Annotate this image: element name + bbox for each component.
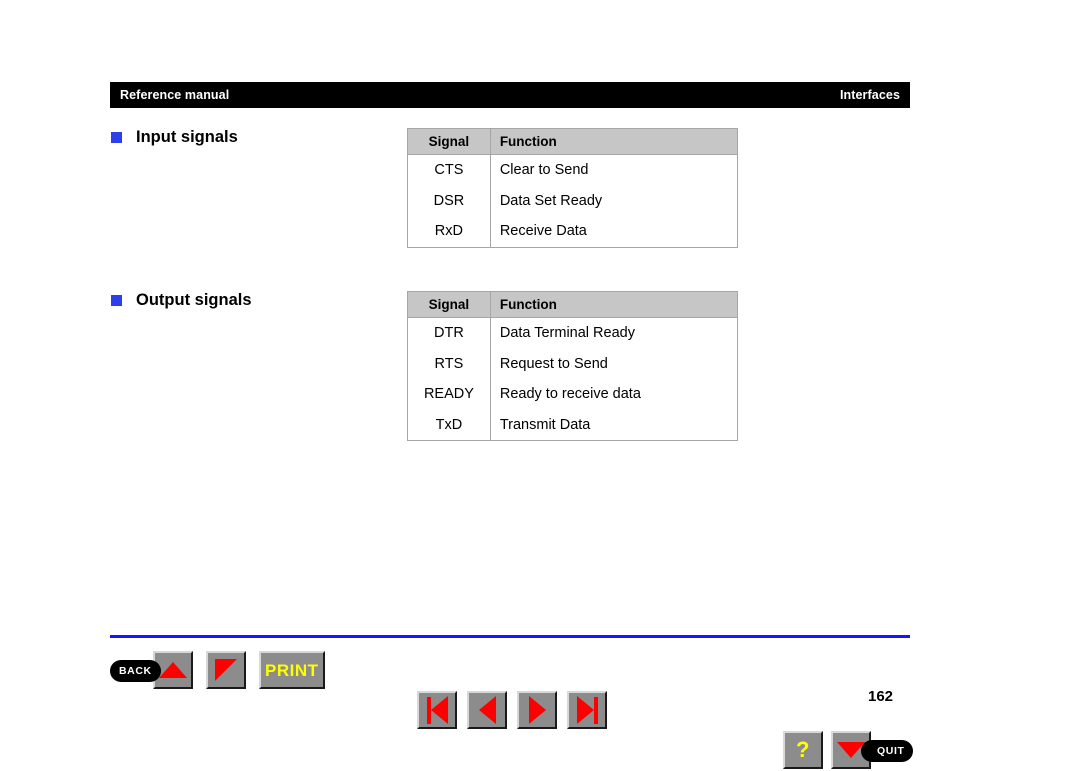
page-number: 162 (868, 688, 894, 705)
cell-signal: DSR (407, 185, 491, 216)
section-heading-output-signals: Output signals (111, 291, 252, 310)
first-page-icon (426, 696, 448, 724)
first-page-button[interactable] (417, 691, 457, 729)
last-page-icon (576, 696, 598, 724)
header-left-text: Reference manual (120, 87, 230, 102)
cell-signal: RTS (407, 348, 491, 379)
output-signals-table: Signal Function DTR Data Terminal Ready … (407, 291, 739, 441)
cell-signal: CTS (407, 154, 491, 186)
cell-signal: RxD (407, 216, 491, 248)
cell-function: Transmit Data (489, 409, 739, 441)
column-header-function: Function (489, 128, 739, 155)
cell-signal: READY (407, 379, 491, 410)
triangle-up-icon (158, 662, 187, 678)
table-row: CTS Clear to Send (407, 154, 739, 186)
cell-function: Data Terminal Ready (489, 317, 739, 349)
question-mark-icon: ? (796, 737, 810, 762)
section-title: Output signals (136, 291, 252, 309)
table-header-row: Signal Function (407, 128, 739, 155)
cell-signal: TxD (407, 409, 491, 441)
next-page-button[interactable] (517, 691, 557, 729)
scroll-down-button[interactable] (205, 651, 246, 689)
square-bullet-icon (111, 132, 122, 143)
table-row: DSR Data Set Ready (407, 185, 739, 216)
back-button-label: BACK (119, 665, 152, 677)
cell-function: Ready to receive data (489, 379, 739, 410)
table-row: RTS Request to Send (407, 348, 739, 379)
help-button[interactable]: ? (783, 731, 823, 769)
column-header-signal: Signal (407, 128, 491, 155)
cell-function: Request to Send (489, 348, 739, 379)
table-row: RxD Receive Data (407, 216, 739, 248)
cell-signal: DTR (407, 317, 491, 349)
table-row: TxD Transmit Data (407, 409, 739, 441)
table-row: READY Ready to receive data (407, 379, 739, 410)
table-header-row: Signal Function (407, 291, 739, 318)
header-right-text: Interfaces (839, 87, 900, 102)
table-row: DTR Data Terminal Ready (407, 317, 739, 349)
navigation-left-group: BACK PRINT (110, 651, 1080, 691)
section-title: Input signals (136, 128, 238, 146)
column-header-signal: Signal (407, 291, 491, 318)
print-button-label: PRINT (264, 660, 319, 680)
navigation-center-group (417, 691, 1080, 731)
next-page-icon (528, 696, 546, 724)
quit-button-label: QUIT (877, 745, 905, 757)
triangle-corner-icon (214, 659, 237, 681)
last-page-button[interactable] (567, 691, 607, 729)
print-button[interactable]: PRINT (258, 651, 325, 689)
column-header-function: Function (489, 291, 739, 318)
cell-function: Receive Data (489, 216, 739, 248)
cell-function: Data Set Ready (489, 185, 739, 216)
cell-function: Clear to Send (489, 154, 739, 186)
section-heading-input-signals: Input signals (111, 128, 238, 147)
input-signals-table: Signal Function CTS Clear to Send DSR Da… (407, 128, 739, 248)
running-header: Reference manual Interfaces (110, 82, 910, 108)
quit-button[interactable]: QUIT (861, 740, 914, 762)
navigation-right-group: ? QUIT (783, 731, 1080, 771)
previous-page-button[interactable] (467, 691, 507, 729)
previous-page-icon (478, 696, 496, 724)
back-button[interactable]: BACK (110, 660, 161, 682)
square-bullet-icon (111, 295, 122, 306)
footer-divider (110, 635, 910, 638)
